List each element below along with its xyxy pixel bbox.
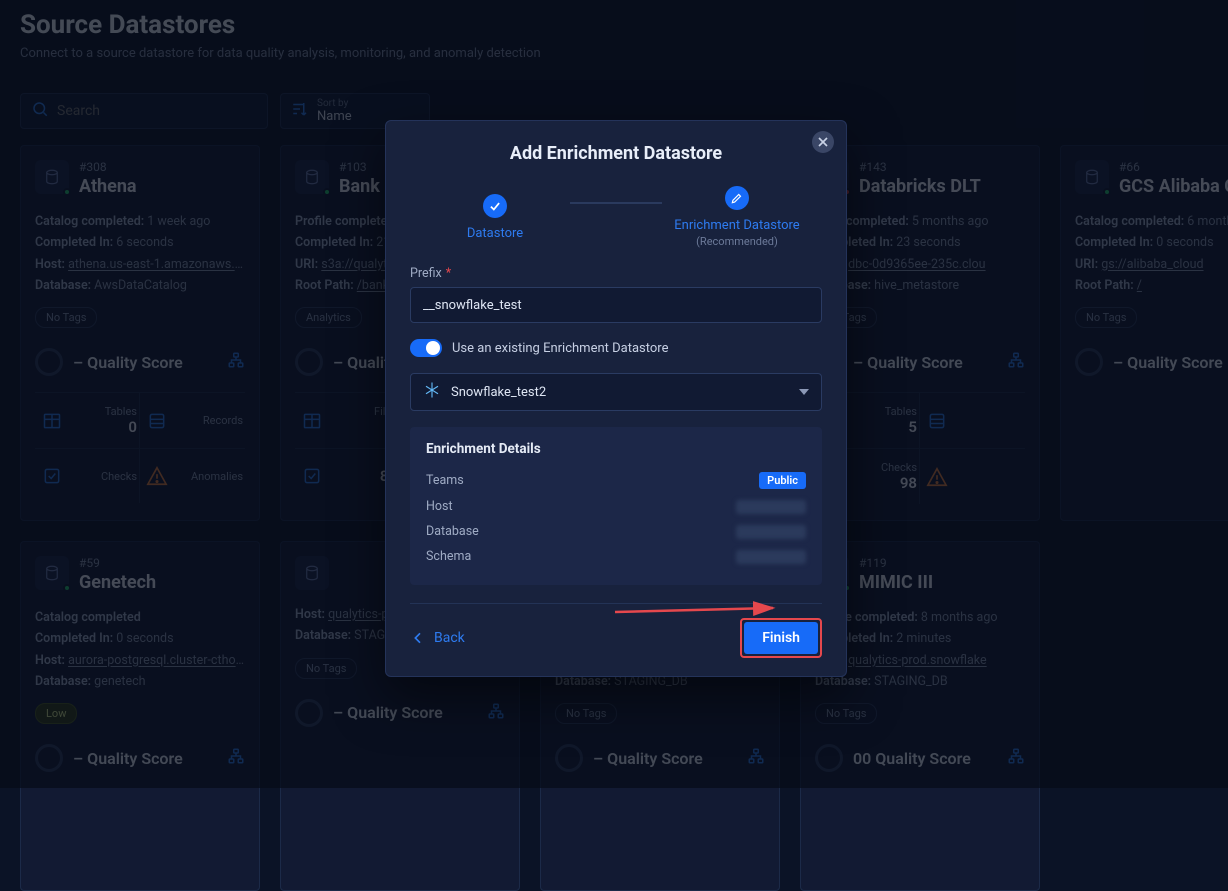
toggle-label: Use an existing Enrichment Datastore: [452, 341, 668, 356]
close-button[interactable]: [812, 131, 834, 153]
detail-host: Host: [426, 494, 806, 519]
redacted-value: [736, 500, 806, 514]
step-edit-icon: [725, 186, 749, 210]
enrichment-details: Enrichment Details Teams Public Host Dat…: [410, 427, 822, 585]
stepper: Datastore Enrichment Datastore (Recommen…: [386, 186, 846, 248]
modal-form: Prefix* Use an existing Enrichment Datas…: [386, 248, 846, 585]
detail-database: Database: [426, 519, 806, 544]
add-enrichment-modal: Add Enrichment Datastore Datastore Enric…: [385, 120, 847, 677]
step-check-icon: [483, 194, 507, 218]
select-value: Snowflake_test2: [451, 385, 789, 400]
public-badge: Public: [759, 472, 806, 489]
step-line: [570, 202, 662, 204]
prefix-input[interactable]: [410, 287, 822, 323]
modal-title: Add Enrichment Datastore: [386, 143, 846, 164]
finish-highlight: Finish: [740, 618, 822, 658]
enrichment-select[interactable]: Snowflake_test2: [410, 373, 822, 411]
finish-button[interactable]: Finish: [744, 622, 818, 654]
detail-schema: Schema: [426, 544, 806, 569]
modal-footer: Back Finish: [386, 604, 846, 658]
prefix-label: Prefix*: [410, 266, 822, 281]
chevron-down-icon: [799, 389, 809, 395]
step-datastore[interactable]: Datastore: [420, 194, 570, 241]
redacted-value: [736, 525, 806, 539]
use-existing-toggle[interactable]: [410, 339, 442, 357]
required-icon: *: [446, 266, 451, 281]
back-button[interactable]: Back: [410, 630, 465, 646]
detail-teams: Teams Public: [426, 467, 806, 494]
details-heading: Enrichment Details: [426, 441, 806, 457]
snowflake-icon: [423, 381, 441, 403]
chevron-left-icon: [410, 630, 426, 646]
step-enrichment[interactable]: Enrichment Datastore (Recommended): [662, 186, 812, 248]
redacted-value: [736, 550, 806, 564]
use-existing-toggle-row: Use an existing Enrichment Datastore: [410, 339, 822, 357]
